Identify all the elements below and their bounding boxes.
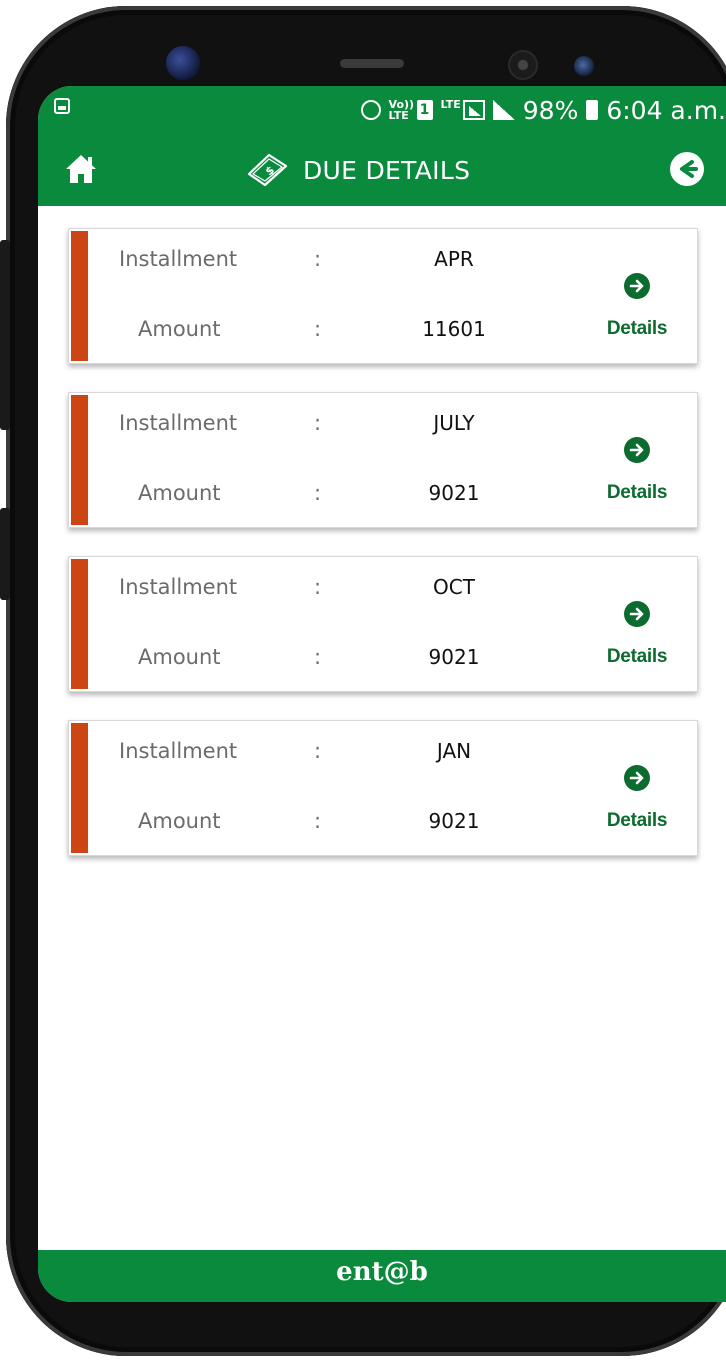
installment-label: Installment	[119, 247, 238, 271]
card-accent-stripe	[71, 231, 88, 361]
separator: :	[314, 575, 322, 599]
proximity-sensor	[166, 46, 200, 80]
installment-label: Installment	[119, 739, 238, 763]
iris-sensor	[574, 56, 594, 76]
installment-value: OCT	[433, 575, 475, 599]
arrow-right-circle-icon[interactable]	[624, 601, 650, 627]
details-link[interactable]: Details	[579, 482, 695, 504]
volte-icon: Vo)) LTE	[388, 98, 415, 122]
amount-value: 9021	[428, 645, 480, 669]
brand-logo: ent@b	[336, 1257, 428, 1287]
installment-label: Installment	[119, 575, 238, 599]
money-bill-icon: $	[247, 153, 288, 187]
front-camera	[508, 50, 538, 80]
installment-value: JAN	[436, 739, 472, 763]
app-bar: $ DUE DETAILS	[38, 132, 726, 206]
back-button[interactable]	[670, 152, 704, 186]
separator: :	[314, 481, 322, 505]
separator: :	[314, 247, 322, 271]
bixby-button	[0, 508, 10, 600]
status-bar: Vo)) LTE 1 LTE 98% 6:04 a.m.	[38, 86, 726, 132]
footer-bar: ent@b	[38, 1250, 726, 1302]
details-link[interactable]: Details	[579, 810, 695, 832]
due-card: Installment : JAN Amount : 9021 Details	[68, 720, 698, 856]
separator: :	[314, 317, 322, 341]
amount-value: 11601	[422, 317, 486, 341]
signal-icon-sim1	[462, 100, 485, 120]
separator: :	[314, 411, 322, 435]
amount-value: 9021	[428, 809, 480, 833]
volume-button	[0, 240, 10, 430]
arrow-left-circle-icon	[680, 160, 698, 178]
card-accent-stripe	[71, 723, 88, 853]
arrow-right-circle-icon[interactable]	[624, 437, 650, 463]
due-card: Installment : OCT Amount : 9021 Details	[68, 556, 698, 692]
page-heading: $ DUE DETAILS	[243, 150, 470, 190]
arrow-right-circle-icon[interactable]	[624, 273, 650, 299]
due-card: Installment : APR Amount : 11601 Details	[68, 228, 698, 364]
status-icons: Vo)) LTE 1 LTE 98% 6:04 a.m.	[360, 95, 726, 125]
amount-label: Amount	[138, 809, 221, 833]
amount-value: 9021	[428, 481, 480, 505]
home-icon	[66, 155, 96, 183]
card-accent-stripe	[71, 559, 88, 689]
amount-label: Amount	[138, 317, 221, 341]
installment-value: APR	[434, 247, 474, 271]
amount-label: Amount	[138, 481, 221, 505]
details-link[interactable]: Details	[579, 318, 695, 340]
card-accent-stripe	[71, 395, 88, 525]
separator: :	[314, 645, 322, 669]
separator: :	[314, 809, 322, 833]
separator: :	[314, 739, 322, 763]
amount-label: Amount	[138, 645, 221, 669]
sim-slot-badge: 1	[416, 100, 433, 120]
due-card: Installment : JULY Amount : 9021 Details	[68, 392, 698, 528]
installment-label: Installment	[119, 411, 238, 435]
arrow-right-circle-icon[interactable]	[624, 765, 650, 791]
clock: 6:04 a.m.	[606, 95, 726, 125]
installment-value: JULY	[433, 411, 475, 435]
gallery-notification-icon	[54, 98, 70, 114]
battery-percent: 98%	[522, 95, 579, 125]
network-type: LTE	[440, 97, 461, 111]
alarm-icon	[360, 100, 381, 120]
battery-icon	[586, 100, 599, 120]
signal-icon-sim2	[492, 100, 515, 120]
page-title: DUE DETAILS	[303, 155, 471, 185]
details-link[interactable]: Details	[579, 646, 695, 668]
earpiece-speaker	[340, 59, 404, 68]
home-button[interactable]	[64, 152, 98, 186]
screen: Vo)) LTE 1 LTE 98% 6:04 a.m. $ DUE DETAI…	[38, 86, 726, 1302]
